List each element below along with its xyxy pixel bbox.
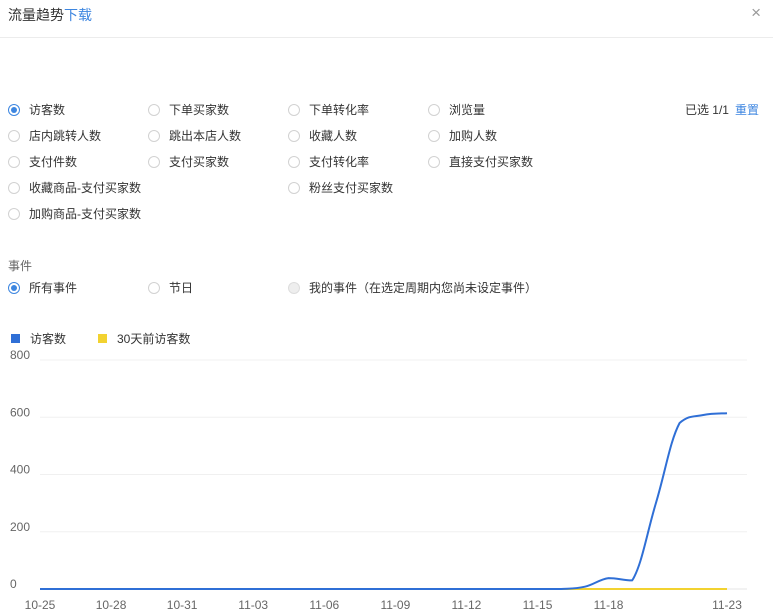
radio-icon[interactable] <box>428 129 440 142</box>
metric-option-paid-items[interactable]: 支付件数 <box>8 153 77 170</box>
x-tick-label: 10-28 <box>96 598 127 612</box>
reset-button[interactable]: 重置 <box>735 103 759 117</box>
selected-count-text: 已选 1/1 <box>684 103 729 117</box>
dialog-header: 流量趋势下载 × <box>0 0 773 38</box>
event-option-my-events: 我的事件（在选定周期内您尚未设定事件） <box>288 279 537 296</box>
x-tick-label: 11-23 <box>712 598 742 612</box>
metric-option-pageviews[interactable]: 浏览量 <box>428 101 485 118</box>
selection-status: 已选 1/1 重置 <box>685 101 759 118</box>
y-tick-label: 200 <box>10 520 30 534</box>
x-tick-label: 10-31 <box>167 598 198 612</box>
radio-icon[interactable] <box>8 281 20 294</box>
metric-option-pay-conversion[interactable]: 支付转化率 <box>288 153 369 170</box>
radio-icon[interactable] <box>8 181 20 194</box>
metric-option-order-buyers[interactable]: 下单买家数 <box>148 101 229 118</box>
download-link[interactable]: 下载 <box>64 7 92 23</box>
event-option-all[interactable]: 所有事件 <box>8 279 77 296</box>
event-option-holidays[interactable]: 节日 <box>148 279 193 296</box>
metric-option-paid-buyers[interactable]: 支付买家数 <box>148 153 229 170</box>
legend-swatch <box>98 334 107 343</box>
x-tick-label: 11-03 <box>238 598 268 612</box>
events-section-label: 事件 <box>8 259 33 273</box>
metric-option-fan-paid-buyers[interactable]: 粉丝支付买家数 <box>288 179 393 196</box>
radio-icon[interactable] <box>428 155 440 168</box>
metric-option-exits[interactable]: 跳出本店人数 <box>148 127 241 144</box>
metric-option-cart-item-paid-buyers[interactable]: 加购商品-支付买家数 <box>8 205 141 222</box>
radio-icon[interactable] <box>288 103 300 116</box>
radio-icon[interactable] <box>8 155 20 168</box>
radio-icon[interactable] <box>148 155 160 168</box>
radio-icon[interactable] <box>288 129 300 142</box>
radio-icon[interactable] <box>288 155 300 168</box>
y-tick-label: 800 <box>10 348 30 362</box>
title-text: 流量趋势 <box>8 7 64 23</box>
dialog-title: 流量趋势下载 <box>8 5 92 25</box>
close-icon[interactable]: × <box>751 3 761 23</box>
metric-option-add-cart[interactable]: 加购人数 <box>428 127 497 144</box>
series-line-visitors <box>40 412 728 590</box>
x-tick-label: 11-09 <box>380 598 410 612</box>
radio-icon[interactable] <box>148 129 160 142</box>
metric-option-visitors[interactable]: 访客数 <box>8 101 65 118</box>
legend-swatch <box>11 334 20 343</box>
metric-option-direct-paid-buyers[interactable]: 直接支付买家数 <box>428 153 533 170</box>
x-tick-label: 11-06 <box>309 598 339 612</box>
metric-option-order-conversion[interactable]: 下单转化率 <box>288 101 369 118</box>
x-tick-label: 11-12 <box>452 598 482 612</box>
y-tick-label: 600 <box>10 405 30 419</box>
radio-icon[interactable] <box>8 129 20 142</box>
radio-icon <box>288 281 300 294</box>
x-tick-label: 10-25 <box>25 598 56 612</box>
x-tick-label: 11-18 <box>594 598 624 612</box>
radio-icon[interactable] <box>428 103 440 116</box>
radio-icon[interactable] <box>148 281 160 294</box>
traffic-trend-chart: 0 200 400 600 800 10-25 10-28 10-31 11-03 11-06 11… <box>10 348 747 612</box>
metric-option-fav-item-paid-buyers[interactable]: 收藏商品-支付买家数 <box>8 179 141 196</box>
radio-icon[interactable] <box>8 207 20 220</box>
metric-option-favorites[interactable]: 收藏人数 <box>288 127 357 144</box>
metric-option-internal-jumps[interactable]: 店内跳转人数 <box>8 127 101 144</box>
radio-icon[interactable] <box>148 103 160 116</box>
y-tick-label: 400 <box>10 463 30 477</box>
radio-icon[interactable] <box>8 103 20 116</box>
x-tick-label: 11-15 <box>523 598 553 612</box>
radio-icon[interactable] <box>288 181 300 194</box>
y-tick-label: 0 <box>10 577 17 591</box>
